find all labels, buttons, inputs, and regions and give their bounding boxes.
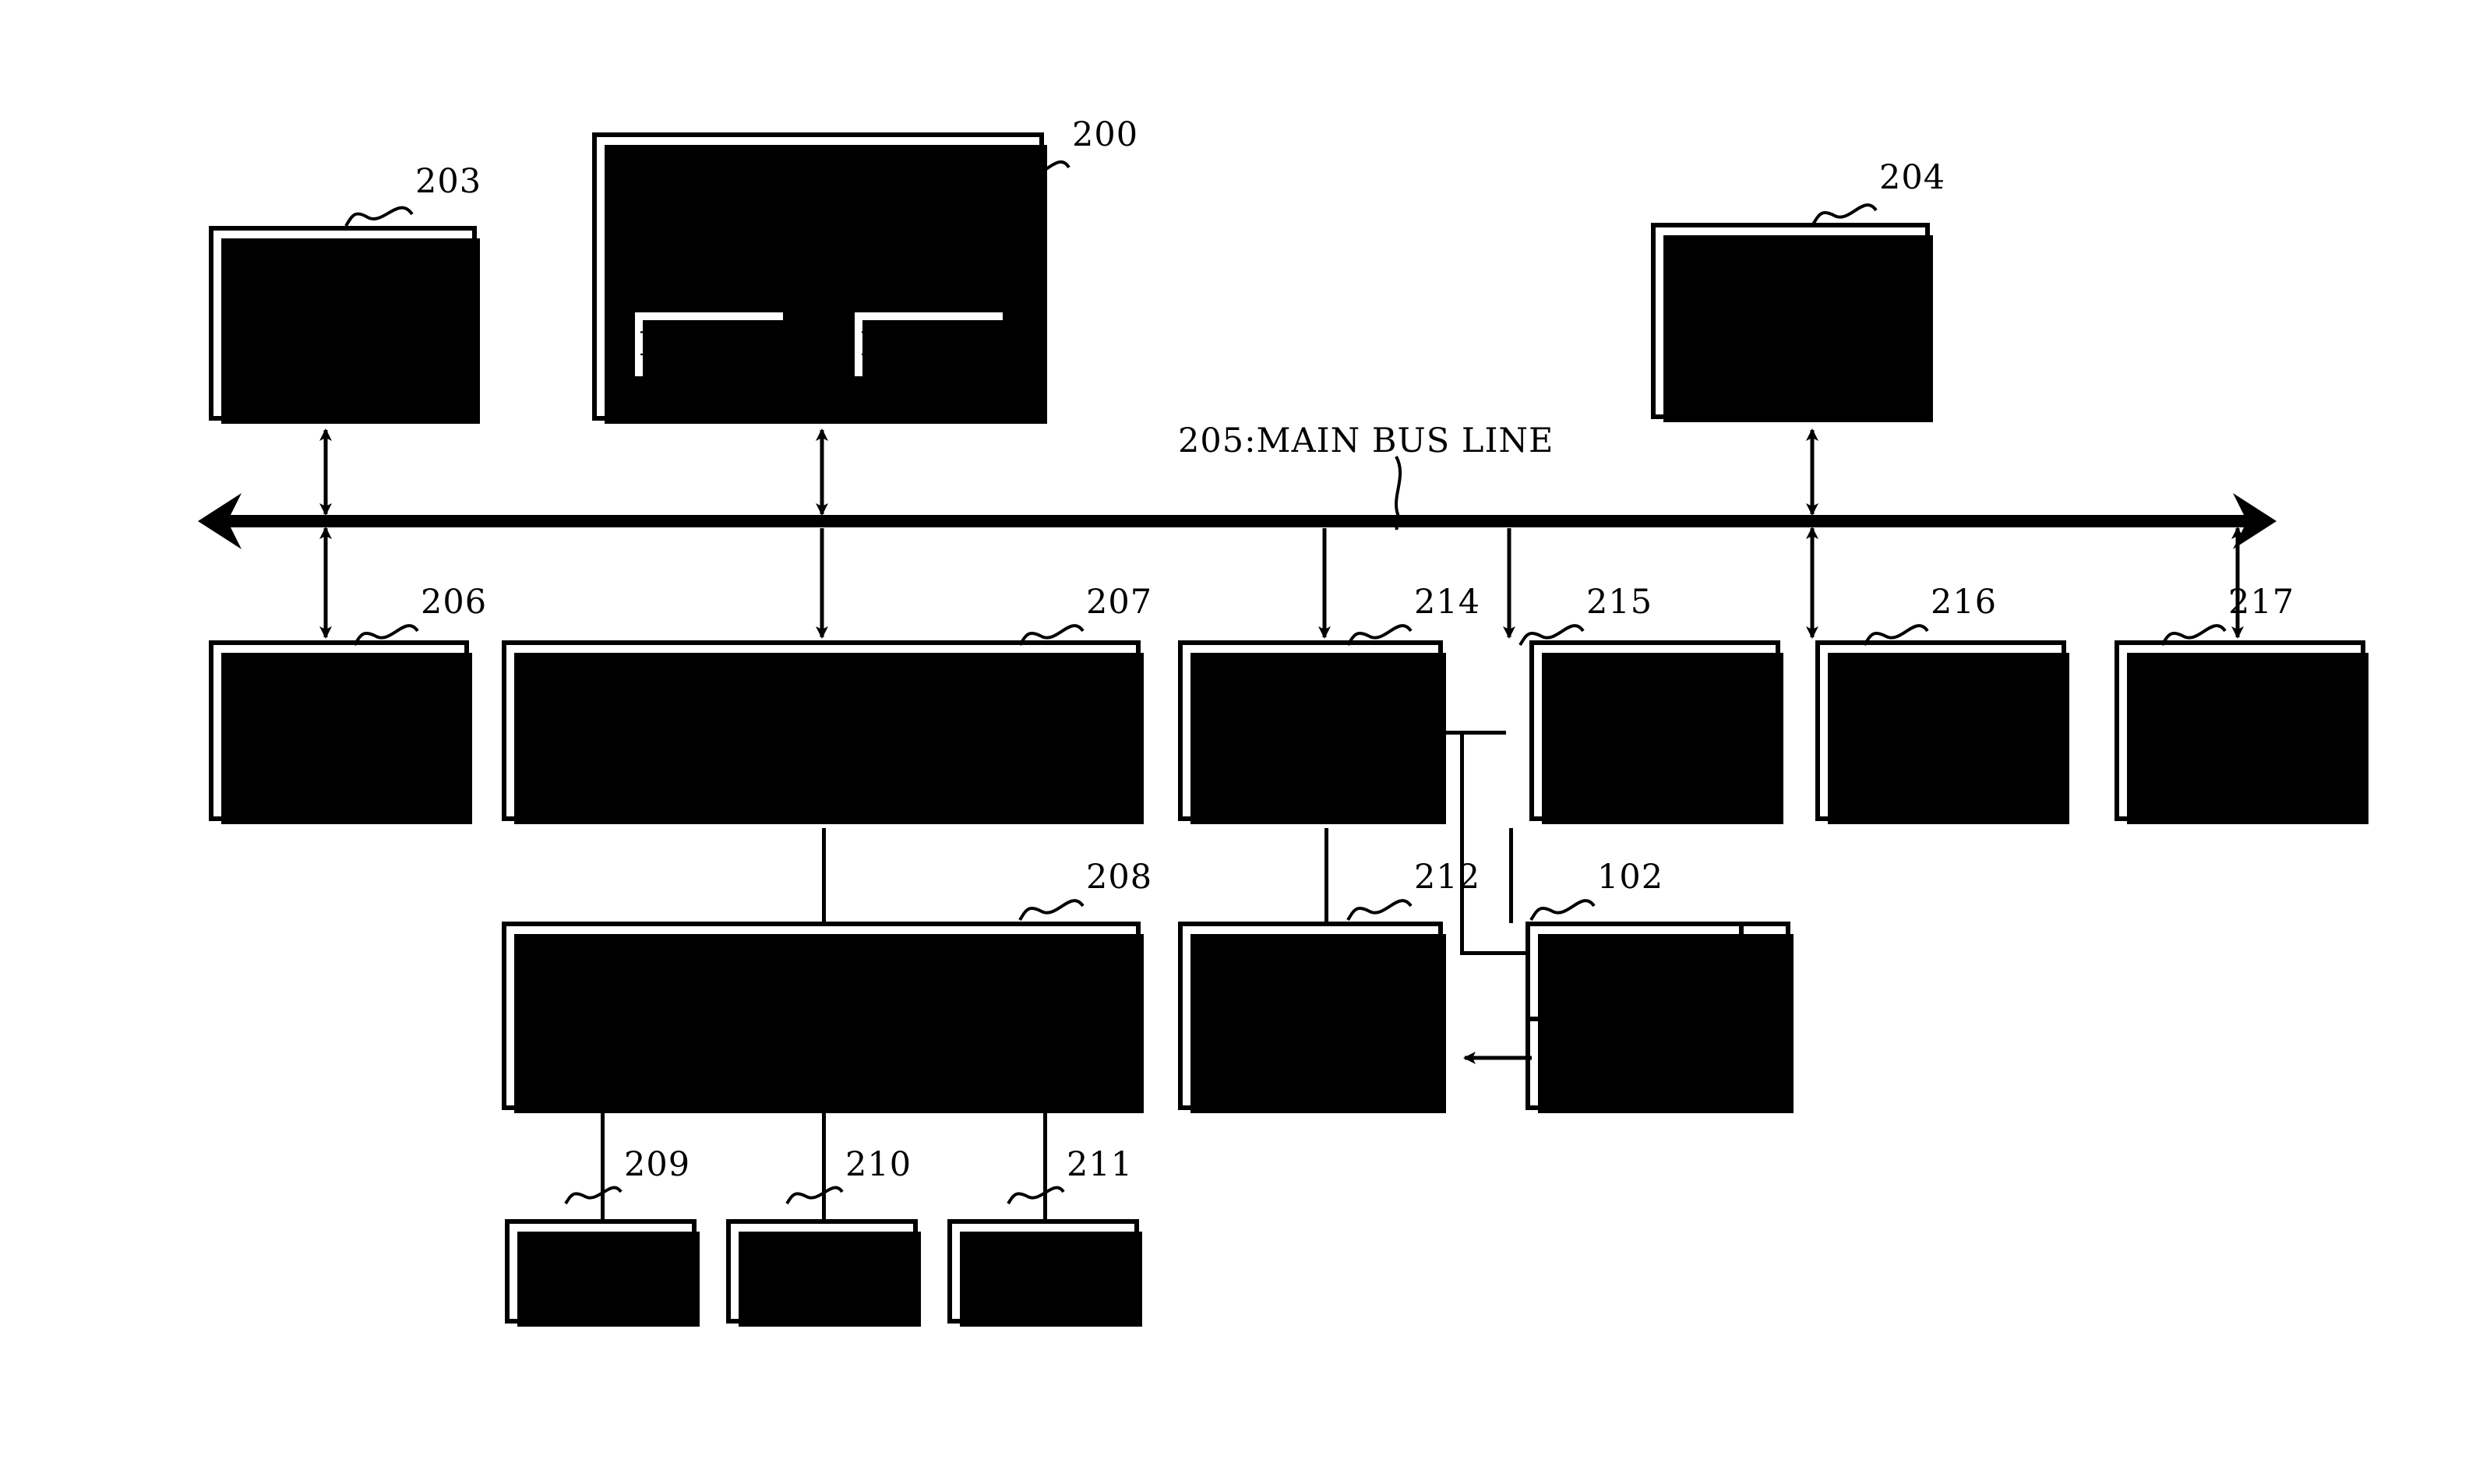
figure-canvas: IMAGE INPUT UNIT 203 C P U 200 R O M 201… — [0, 0, 2469, 1484]
line-motor-to-blade — [601, 1110, 605, 1219]
block-rom-label: R O M — [638, 325, 780, 364]
ref-215: 215 — [1586, 583, 1653, 622]
block-image-signal-processing-unit-label: IMAGE SIGNAL PROCESSING UNIT — [1685, 256, 1896, 386]
ref-208: 208 — [1086, 858, 1153, 897]
block-pump[interactable]: PUMP — [947, 1219, 1142, 1327]
ref-212: 212 — [1414, 858, 1481, 897]
ref-210: 210 — [845, 1145, 912, 1184]
ref-209: 209 — [624, 1145, 691, 1184]
block-operating-unit[interactable]: OPERATING UNIT — [209, 640, 472, 824]
ref-203: 203 — [415, 162, 482, 201]
block-ram[interactable]: R A M — [851, 308, 1011, 384]
line-headtemp-to-diode — [1324, 828, 1328, 923]
ref-216: 216 — [1931, 583, 1998, 622]
block-head-temp-control-circuit-label: HEAD TEMP. CONTROL CIRCUIT — [1210, 680, 1411, 781]
block-cap-label: CAP — [785, 1252, 859, 1291]
line-motor-to-cap — [822, 1110, 826, 1219]
block-ram-label: R A M — [859, 325, 998, 364]
block-head-driving-control-circuit-label: HEAD DRIVING CONTROL CIRCUIT — [1574, 663, 1736, 798]
block-rom[interactable]: R O M — [631, 308, 791, 384]
block-paper-feeding-control-circuit[interactable]: PAPER FEEDING CONTROL CIRCUIT — [2115, 640, 2368, 824]
block-recovery-control-circuit-label: RECOVERY CONTROL CIRCUIT — [547, 711, 1095, 750]
block-cpu-label: C P U — [749, 167, 887, 208]
block-blade[interactable]: BLADE — [505, 1219, 700, 1327]
main-bus-line-label: 205:MAIN BUS LINE — [1178, 421, 1554, 460]
ref-200: 200 — [1072, 115, 1139, 154]
block-image-input-unit-label: IMAGE INPUT UNIT — [234, 285, 452, 361]
block-recovery-motor[interactable]: RECOVERY MOTOR — [502, 922, 1144, 1113]
ref-201: 201 — [735, 235, 802, 274]
block-pump-label: PUMP — [989, 1252, 1097, 1291]
ref-202: 202 — [955, 235, 1022, 274]
block-recovery-control-circuit[interactable]: RECOVERY CONTROL CIRCUIT — [502, 640, 1144, 824]
block-carriage-driving-control-circuit-label: CARRIAGE DRIVING CONTROL CIRCUIT — [1855, 663, 2026, 798]
main-bus-line — [198, 493, 2277, 549]
ref-207: 207 — [1086, 583, 1153, 622]
ref-214: 214 — [1414, 583, 1481, 622]
ref-211: 211 — [1067, 1145, 1134, 1184]
ref-206: 206 — [421, 583, 488, 622]
block-paper-feeding-control-circuit-label: PAPER FEEDING CONTROL CIRCUIT — [2159, 663, 2321, 798]
line-headtemp-to-heater — [1460, 951, 1527, 955]
block-image-signal-processing-unit[interactable]: IMAGE SIGNAL PROCESSING UNIT — [1651, 223, 1933, 422]
line-headtemp-right-stub — [1444, 731, 1506, 735]
block-image-input-unit[interactable]: IMAGE INPUT UNIT — [209, 226, 480, 424]
block-cap[interactable]: CAP — [726, 1219, 921, 1327]
block-recovery-motor-label: RECOVERY MOTOR — [650, 996, 993, 1035]
ref-204: 204 — [1879, 158, 1946, 197]
block-operating-unit-label: OPERATING UNIT — [245, 697, 433, 763]
line-headtemp-down — [1460, 731, 1464, 955]
block-warming-heater[interactable]: WARMING HEATER — [1525, 922, 1747, 1024]
line-motor-to-pump — [1043, 1110, 1047, 1219]
ref-217: 217 — [2228, 583, 2295, 622]
block-head-driving-control-circuit[interactable]: HEAD DRIVING CONTROL CIRCUIT — [1529, 640, 1783, 824]
ref-102: 102 — [1597, 858, 1664, 897]
block-warming-heater-label: WARMING HEATER — [1550, 937, 1719, 1005]
line-headdriving-to-heater — [1509, 828, 1513, 923]
block-carriage-driving-control-circuit[interactable]: CARRIAGE DRIVING CONTROL CIRCUIT — [1815, 640, 2069, 824]
line-recovery-control-to-motor — [822, 828, 826, 923]
block-diode-sensor-label: DIODE SENSOR — [1234, 978, 1386, 1053]
block-head-label: HEAD — [1606, 1042, 1710, 1081]
block-blade-label: BLADE — [540, 1252, 661, 1291]
block-diode-sensor[interactable]: DIODE SENSOR — [1178, 922, 1446, 1113]
block-head-temp-control-circuit[interactable]: HEAD TEMP. CONTROL CIRCUIT — [1178, 640, 1446, 824]
